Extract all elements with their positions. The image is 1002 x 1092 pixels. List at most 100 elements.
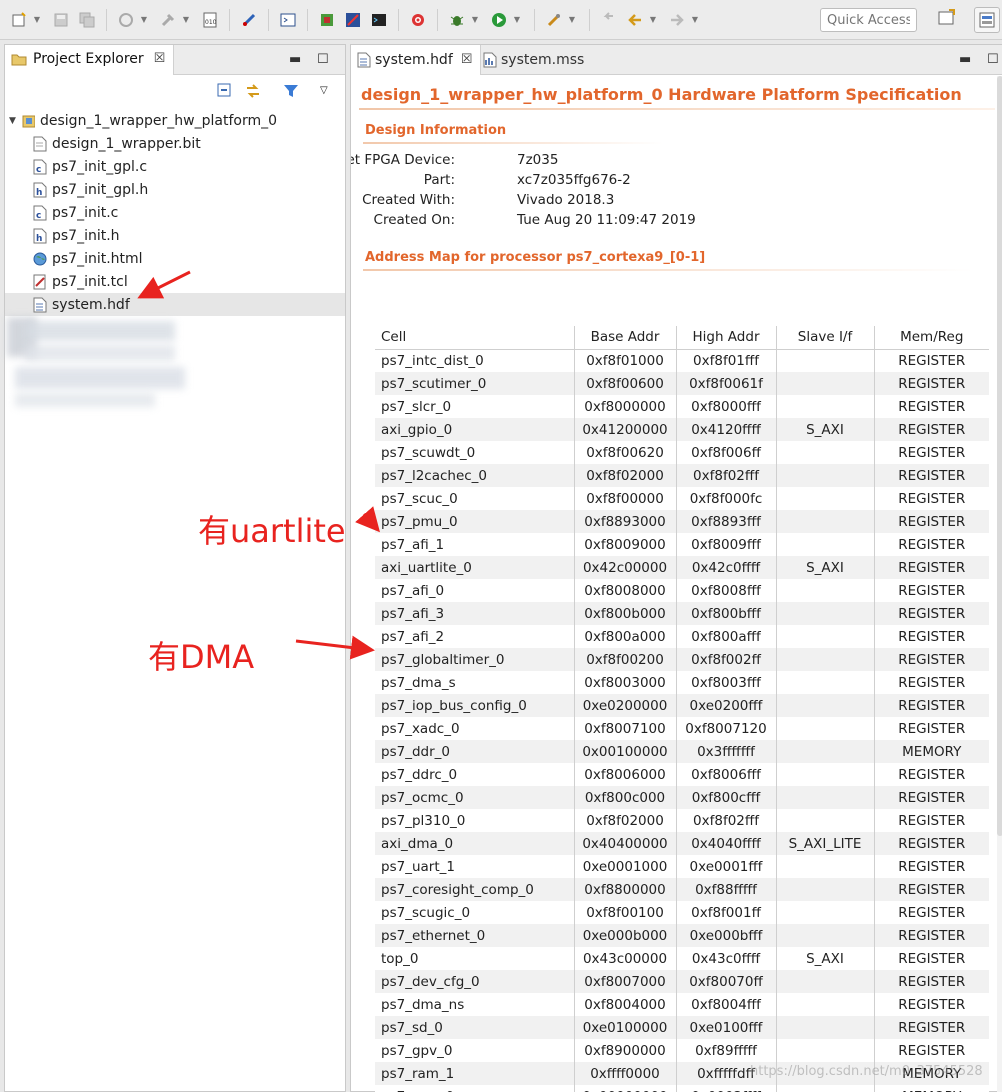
table-row[interactable]: ps7_sd_0 0xe0100000 0xe0100fff REGISTER: [375, 1016, 989, 1039]
tab-system-hdf[interactable]: system.hdf ☒: [351, 45, 482, 75]
table-cell: ps7_pl310_0: [375, 809, 575, 832]
column-header[interactable]: Slave I/f: [776, 326, 875, 350]
table-row[interactable]: ps7_gpv_0 0xf8900000 0xf89fffff REGISTER: [375, 1039, 989, 1062]
table-row[interactable]: ps7_dev_cfg_0 0xf8007000 0xf80070ff REGISTE…: [375, 970, 989, 993]
filter-icon[interactable]: [283, 83, 299, 103]
save-all-icon[interactable]: [76, 9, 98, 31]
table-row[interactable]: ps7_ddr_0 0x00100000 0x3fffffff MEMORY: [375, 740, 989, 763]
tree-item[interactable]: c ps7_init_gpl.c: [5, 155, 345, 178]
table-row[interactable]: ps7_iop_bus_config_0 0xe0200000 0xe0200fff…: [375, 694, 989, 717]
tree-item[interactable]: c ps7_init.c: [5, 201, 345, 224]
run-icon[interactable]: [488, 9, 510, 31]
maximize-icon[interactable]: ☐: [317, 52, 329, 67]
close-icon[interactable]: ☒: [154, 51, 166, 66]
table-row[interactable]: ps7_ocmc_0 0xf800c000 0xf800cfff REGISTER: [375, 786, 989, 809]
external-tools-dropdown-icon[interactable]: ▼: [567, 9, 577, 31]
back-dropdown-icon[interactable]: ▼: [648, 9, 658, 31]
hardware-icon[interactable]: [316, 9, 338, 31]
table-row[interactable]: ps7_coresight_comp_0 0xf8800000 0xf88fffff…: [375, 878, 989, 901]
open-perspective-icon[interactable]: [938, 9, 956, 31]
table-row[interactable]: ps7_slcr_0 0xf8000000 0xf8000fff REGISTER: [375, 395, 989, 418]
column-header[interactable]: High Addr: [676, 326, 777, 350]
table-row[interactable]: ps7_pl310_0 0xf8f02000 0xf8f02fff REGISTER: [375, 809, 989, 832]
table-row[interactable]: ps7_afi_2 0xf800a000 0xf800afff REGISTER: [375, 625, 989, 648]
new-dropdown-icon[interactable]: ▼: [32, 9, 42, 31]
table-row[interactable]: ps7_afi_0 0xf8008000 0xf8008fff REGISTER: [375, 579, 989, 602]
maximize-icon[interactable]: ☐: [987, 52, 999, 67]
table-cell: 0xe0200fff: [676, 694, 777, 717]
connect-icon[interactable]: [115, 9, 137, 31]
hw-spec-document: design_1_wrapper_hw_platform_0 Hardware …: [351, 76, 1002, 1092]
toolbar-separator: [268, 8, 269, 31]
minimize-icon[interactable]: ▬: [289, 52, 301, 67]
external-tools-icon[interactable]: [543, 9, 565, 31]
column-header[interactable]: Cell: [375, 326, 575, 350]
redacted-region: [15, 393, 155, 407]
tab-system-mss[interactable]: system.mss: [477, 45, 592, 75]
table-row[interactable]: axi_uartlite_0 0x42c00000 0x42c0ffff S_AXI R…: [375, 556, 989, 579]
tree-root[interactable]: ▼ design_1_wrapper_hw_platform_0: [5, 109, 345, 132]
debug-icon[interactable]: [446, 9, 468, 31]
table-row[interactable]: ps7_intc_dist_0 0xf8f01000 0xf8f01fff REGIS…: [375, 349, 989, 372]
table-row[interactable]: ps7_dma_ns 0xf8004000 0xf8004fff REGISTER: [375, 993, 989, 1016]
table-row[interactable]: axi_dma_0 0x40400000 0x4040ffff S_AXI_LITE R…: [375, 832, 989, 855]
table-row[interactable]: ps7_dma_s 0xf8003000 0xf8003fff REGISTER: [375, 671, 989, 694]
link-editor-icon[interactable]: [245, 83, 261, 103]
column-header[interactable]: Base Addr: [574, 326, 677, 350]
quick-access-input[interactable]: [820, 8, 917, 32]
back-arrow-icon[interactable]: [624, 9, 646, 31]
terminal-icon[interactable]: [277, 9, 299, 31]
build-dropdown-icon[interactable]: ▼: [181, 9, 191, 31]
table-row[interactable]: ps7_scuwdt_0 0xf8f00620 0xf8f006ff REGISTER: [375, 441, 989, 464]
tree-item[interactable]: h ps7_init_gpl.h: [5, 178, 345, 201]
table-row[interactable]: ps7_ddrc_0 0xf8006000 0xf8006fff REGISTER: [375, 763, 989, 786]
table-row[interactable]: ps7_scugic_0 0xf8f00100 0xf8f001ff REGISTER: [375, 901, 989, 924]
table-row[interactable]: top_0 0x43c00000 0x43c0ffff S_AXI REGISTER: [375, 947, 989, 970]
tree-item[interactable]: ps7_init.html: [5, 247, 345, 270]
expand-icon[interactable]: ▼: [9, 116, 21, 126]
table-row[interactable]: ps7_scuc_0 0xf8f00000 0xf8f000fc REGISTER: [375, 487, 989, 510]
table-cell: REGISTER: [874, 717, 989, 740]
table-row[interactable]: ps7_l2cachec_0 0xf8f02000 0xf8f02fff REGIST…: [375, 464, 989, 487]
table-cell: 0xe0001fff: [676, 855, 777, 878]
table-row[interactable]: ps7_ram_00x000000000x0002ffff MEMORY: [375, 1085, 989, 1092]
connect-dropdown-icon[interactable]: ▼: [139, 9, 149, 31]
view-menu-icon[interactable]: ▽: [320, 85, 328, 96]
new-icon[interactable]: [8, 9, 30, 31]
debug-tool-icon[interactable]: [238, 9, 260, 31]
column-header[interactable]: Mem/Reg: [874, 326, 989, 350]
build-icon[interactable]: [157, 9, 179, 31]
table-row[interactable]: ps7_afi_3 0xf800b000 0xf800bfff REGISTER: [375, 602, 989, 625]
table-row[interactable]: ps7_ethernet_0 0xe000b000 0xe000bfff REGIST…: [375, 924, 989, 947]
debug-dropdown-icon[interactable]: ▼: [470, 9, 480, 31]
table-row[interactable]: ps7_xadc_0 0xf8007100 0xf8007120 REGISTER: [375, 717, 989, 740]
tree-item[interactable]: ps7_init.tcl: [5, 270, 345, 293]
save-icon[interactable]: [50, 9, 72, 31]
table-row[interactable]: axi_gpio_0 0x41200000 0x4120ffff S_AXI REGIS…: [375, 418, 989, 441]
table-row[interactable]: ps7_pmu_0 0xf8893000 0xf8893fff REGISTER: [375, 510, 989, 533]
binary-icon[interactable]: 010: [199, 9, 221, 31]
console-icon[interactable]: [368, 9, 390, 31]
address-map-heading: Address Map for processor ps7_cortexa9_[…: [365, 250, 706, 265]
table-row[interactable]: ps7_scutimer_0 0xf8f00600 0xf8f0061f REGIST…: [375, 372, 989, 395]
table-row[interactable]: ps7_afi_1 0xf8009000 0xf8009fff REGISTER: [375, 533, 989, 556]
tab-project-explorer[interactable]: Project Explorer ☒: [5, 45, 175, 75]
vertical-scrollbar[interactable]: [997, 76, 1002, 1092]
minimize-icon[interactable]: ▬: [959, 52, 971, 67]
forward-arrow-icon[interactable]: [666, 9, 688, 31]
last-edit-icon[interactable]: [598, 9, 620, 31]
program-fpga-icon[interactable]: [342, 9, 364, 31]
tree-item[interactable]: h ps7_init.h: [5, 224, 345, 247]
forward-dropdown-icon[interactable]: ▼: [690, 9, 700, 31]
run-dropdown-icon[interactable]: ▼: [512, 9, 522, 31]
table-row[interactable]: ps7_globaltimer_0 0xf8f00200 0xf8f002ff REG…: [375, 648, 989, 671]
perspective-icon[interactable]: [974, 7, 1000, 33]
table-cell: [776, 809, 875, 832]
close-icon[interactable]: ☒: [461, 52, 473, 67]
collapse-all-icon[interactable]: [217, 83, 231, 101]
table-row[interactable]: ps7_uart_1 0xe0001000 0xe0001fff REGISTER: [375, 855, 989, 878]
tree-item[interactable]: design_1_wrapper.bit: [5, 132, 345, 155]
target-icon[interactable]: [407, 9, 429, 31]
tree-item-selected[interactable]: system.hdf: [5, 293, 345, 316]
scrollbar-thumb[interactable]: [997, 76, 1002, 836]
